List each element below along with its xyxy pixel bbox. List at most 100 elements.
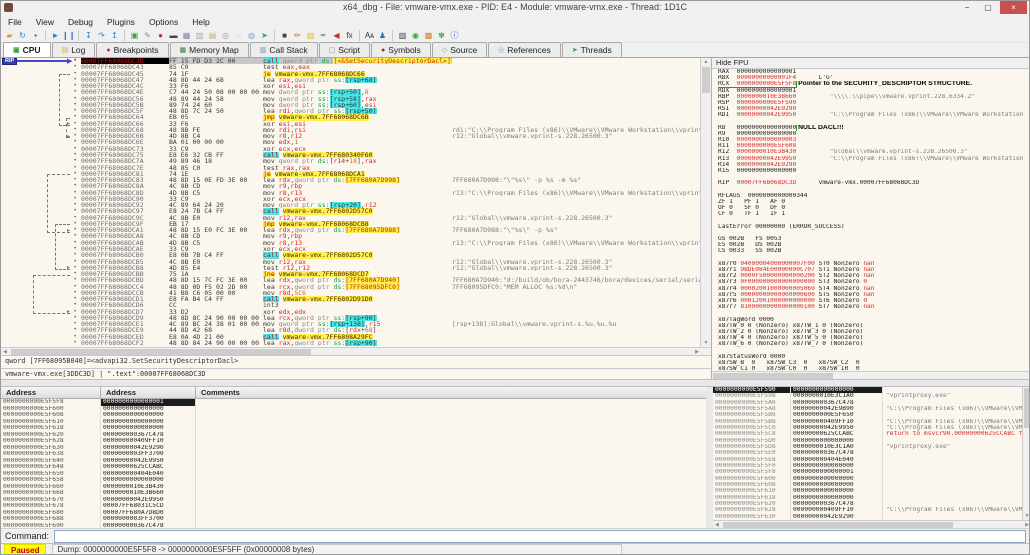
- step-into-icon[interactable]: ↧: [82, 30, 95, 42]
- instruction-text: lea rax,qword ptr ss:[rsp+90]: [263, 340, 452, 346]
- snapshot-icon[interactable]: ■: [278, 30, 291, 42]
- maximize-button[interactable]: ▢: [978, 1, 998, 14]
- disasm-row[interactable]: •00007FF68068DCF248 8D 84 24 90 00 00 00…: [1, 340, 701, 346]
- source-icon: ◇: [442, 44, 447, 57]
- instruction-comment: [452, 340, 701, 346]
- about-icon[interactable]: ⓘ: [448, 30, 461, 42]
- tab-breakpoints[interactable]: ●Breakpoints: [96, 42, 168, 57]
- tab-script[interactable]: ▢Script: [319, 42, 370, 57]
- highlight-icon[interactable]: ▧: [304, 30, 317, 42]
- window-title: x64_dbg - File: vmware-vmx.exe - PID: E4…: [1, 2, 1029, 12]
- scroll-thumb[interactable]: [702, 67, 710, 93]
- scroll-down-icon[interactable]: ▼: [701, 339, 711, 347]
- stack-row[interactable]: 0000000000E5F63000000000042E9290: [713, 514, 1030, 520]
- run-to-user-code-icon[interactable]: ▣: [128, 30, 141, 42]
- menu-help[interactable]: Help: [185, 15, 216, 29]
- fx-icon[interactable]: fx: [343, 30, 356, 42]
- info-line-1: qword [7FF68095B040]=<advapi32.SetSecuri…: [1, 355, 711, 368]
- command-input[interactable]: [54, 530, 1026, 543]
- instruction-address: 00007FF68068DCF2: [81, 340, 169, 346]
- scroll-down-icon[interactable]: ▼: [1023, 512, 1030, 520]
- brush-icon[interactable]: ✒: [317, 30, 330, 42]
- disassembly-vscrollbar[interactable]: ▲ ▼: [700, 58, 711, 347]
- search-icon[interactable]: ◌: [232, 30, 245, 42]
- user-icon[interactable]: ♟: [376, 30, 389, 42]
- eraser-icon[interactable]: ◀: [330, 30, 343, 42]
- menu-plugins[interactable]: Plugins: [100, 15, 142, 29]
- globe-icon[interactable]: ◉: [409, 30, 422, 42]
- tab-source[interactable]: ◇Source: [432, 42, 487, 57]
- tab-label: Breakpoints: [114, 44, 159, 57]
- close-debuggee-icon[interactable]: ▪: [29, 30, 42, 42]
- close-button[interactable]: ×: [1000, 1, 1027, 14]
- toolbar-separator: [45, 30, 46, 41]
- scroll-up-icon[interactable]: ▲: [701, 58, 711, 66]
- run-icon[interactable]: ►: [49, 30, 62, 42]
- menu-options[interactable]: Options: [142, 15, 185, 29]
- tab-cpu[interactable]: ▣CPU: [3, 42, 51, 57]
- scroll-left-icon[interactable]: ◀: [715, 521, 719, 528]
- highlight-box: R8 0000000000000000: [718, 125, 796, 131]
- disassembly-panel[interactable]: •00007FF68068DC3DFF 15 FD D3 2C 00call q…: [1, 58, 712, 379]
- tab-memory-map[interactable]: ▦Memory Map: [170, 42, 249, 57]
- stack-panel[interactable]: 0000000000E5F590000000000000000000000000…: [713, 387, 1030, 528]
- log-icon[interactable]: ▤: [206, 30, 219, 42]
- tab-log[interactable]: ▤Log: [52, 42, 96, 57]
- script-edit-icon[interactable]: ✎: [141, 30, 154, 42]
- toolbar: ▰↻▪ ►❙❙ ↧↷↥ ▣✎●▬▦▥▤◎◌◍➤ ■✏▧✒◀fx Aᴀ♟ ▨◉▩✾ⓘ: [1, 29, 1029, 43]
- tab-symbols[interactable]: ●Symbols: [371, 42, 431, 57]
- hide-fpu-button[interactable]: Hide FPU: [712, 58, 1030, 69]
- tab-call-stack[interactable]: ▥Call Stack: [250, 42, 318, 57]
- registers-hscrollbar[interactable]: [712, 371, 1030, 379]
- dump-header: Address Address Comments: [1, 387, 706, 399]
- open-file-icon[interactable]: ▰: [3, 30, 16, 42]
- font-icon[interactable]: Aᴀ: [363, 30, 376, 42]
- dump-panel[interactable]: Address Address Comments 0000000000E5F5F…: [1, 387, 706, 528]
- pencil-icon[interactable]: ✏: [291, 30, 304, 42]
- tab-label: Threads: [581, 44, 612, 57]
- bug-icon[interactable]: ✾: [435, 30, 448, 42]
- stack-vscrollbar[interactable]: ▼: [1022, 387, 1030, 520]
- tab-label: Log: [71, 44, 85, 57]
- tab-label: Call Stack: [269, 44, 307, 57]
- registers-panel[interactable]: Hide FPU RAX 0000000000000001RBX 0000000…: [712, 58, 1030, 379]
- horizontal-splitter[interactable]: [1, 379, 1029, 387]
- vertical-splitter[interactable]: [706, 387, 713, 528]
- pause-icon[interactable]: ❙❙: [62, 30, 75, 42]
- stack-comment: [883, 514, 1030, 520]
- step-out-icon[interactable]: ↥: [108, 30, 121, 42]
- memory-chip-icon[interactable]: ▨: [396, 30, 409, 42]
- scroll-thumb[interactable]: [1024, 388, 1030, 428]
- title-bar[interactable]: x64_dbg - File: vmware-vmx.exe - PID: E4…: [1, 1, 1029, 16]
- tab-label: Memory Map: [189, 44, 239, 57]
- stack-value: 00000000042E9290: [791, 514, 883, 520]
- dump-col-comments: Comments: [196, 387, 706, 398]
- seh-chain-icon[interactable]: ▥: [193, 30, 206, 42]
- threads-icon[interactable]: ➤: [258, 30, 271, 42]
- tab-references[interactable]: ◎References: [488, 42, 561, 57]
- toolbar-separator: [124, 30, 125, 41]
- menu-view[interactable]: View: [29, 15, 61, 29]
- minimize-button[interactable]: −: [957, 1, 977, 14]
- command-label: Command:: [1, 531, 54, 541]
- disasm-gutter: •: [1, 340, 81, 346]
- tab-label: Script: [338, 44, 360, 57]
- patch-icon[interactable]: ▩: [422, 30, 435, 42]
- notes-icon[interactable]: ◎: [219, 30, 232, 42]
- breakpoint-icon[interactable]: ●: [154, 30, 167, 42]
- menu-debug[interactable]: Debug: [61, 15, 100, 29]
- toolbar-separator: [78, 30, 79, 41]
- memory-map-icon[interactable]: ▬: [167, 30, 180, 42]
- stack-hscrollbar[interactable]: ◀ ▶: [713, 520, 1030, 528]
- scroll-right-icon[interactable]: ▶: [1025, 521, 1029, 528]
- step-over-icon[interactable]: ↷: [95, 30, 108, 42]
- menu-file[interactable]: File: [1, 15, 29, 29]
- tab-threads[interactable]: ➤Threads: [562, 42, 622, 57]
- register-row[interactable]: RDI 00000000042E9950 "C:\\Program Files …: [718, 112, 1025, 118]
- restart-icon[interactable]: ↻: [16, 30, 29, 42]
- breakpoint-dot-icon[interactable]: •: [73, 340, 77, 346]
- call-stack-icon[interactable]: ▦: [180, 30, 193, 42]
- references-icon[interactable]: ◍: [245, 30, 258, 42]
- menu-bar: FileViewDebugPluginsOptionsHelp: [1, 15, 1029, 29]
- status-dump-info: Dump: 0000000000E5F5F8 -> 0000000000E5F5…: [52, 544, 622, 555]
